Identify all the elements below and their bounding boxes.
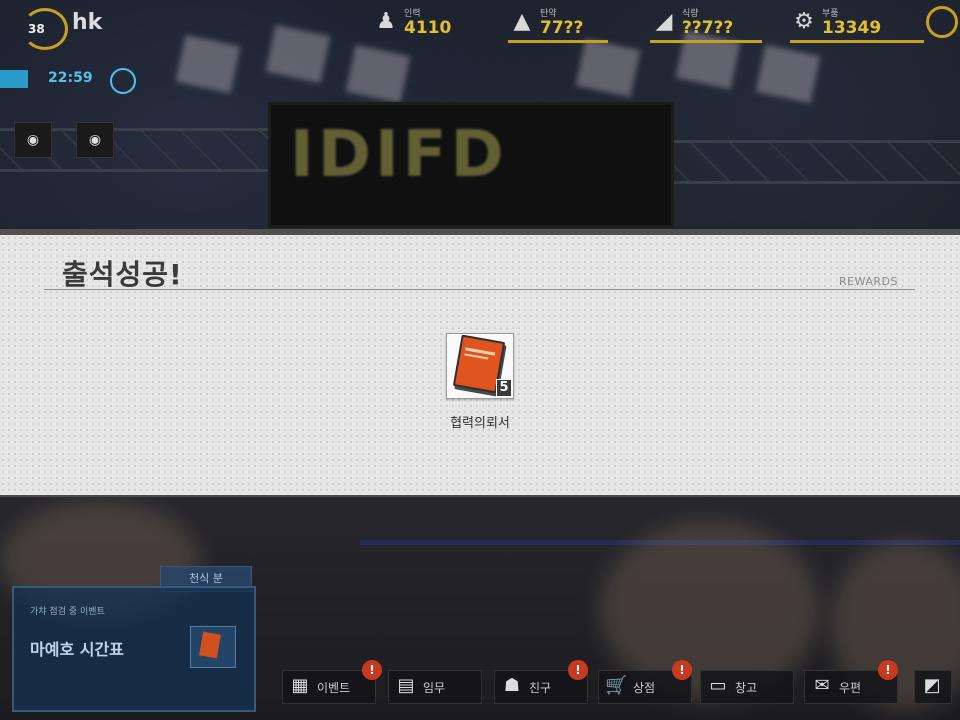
divider bbox=[44, 289, 915, 290]
player-name[interactable]: hk bbox=[72, 10, 102, 35]
resource-parts[interactable]: ⚙ 부품 13349 bbox=[790, 4, 924, 44]
resource-manpower[interactable]: ♟ 인력 4110 bbox=[372, 4, 472, 44]
player-level: 38 bbox=[28, 22, 45, 36]
manpower-icon: ♟ bbox=[376, 9, 396, 34]
status-bar: 22:59 bbox=[0, 64, 140, 96]
notification-dot: ! bbox=[362, 660, 382, 680]
clock-icon bbox=[110, 68, 136, 94]
banner-subtitle: 가챠 점검 중 이벤트 bbox=[30, 607, 105, 617]
top-hud: 38 hk ♟ 인력 4110 ▲ 탄약 77?? ◢ 식량 ??7?? ⚙ 부… bbox=[0, 0, 960, 50]
expand-icon: ◩ bbox=[923, 675, 941, 696]
shop-icon: 🛒 bbox=[605, 675, 628, 696]
camera-button-2[interactable]: ◉ bbox=[76, 122, 114, 158]
reward-name: 협력의뢰서 bbox=[450, 416, 510, 431]
add-resource-icon[interactable] bbox=[926, 6, 958, 38]
signal-icon bbox=[0, 70, 28, 88]
dock-mission-button[interactable]: ▤ 임무 bbox=[388, 670, 482, 704]
dock-expand-button[interactable]: ◩ bbox=[914, 670, 952, 704]
bottom-dock: ▦ 이벤트 ! ▤ 임무 ☗ 친구 ! 🛒 상점 ! ▭ 창고 ✉ 우편 ! ◩ bbox=[282, 660, 952, 706]
modal-title: 출석성공! bbox=[62, 258, 183, 291]
camera-button[interactable]: ◉ bbox=[14, 122, 52, 158]
parts-icon: ⚙ bbox=[794, 9, 814, 34]
mission-icon: ▤ bbox=[397, 675, 415, 696]
ammo-icon: ▲ bbox=[513, 9, 531, 34]
attendance-reward-modal[interactable]: 출석성공! REWARDS 5 협력의뢰서 bbox=[0, 229, 960, 497]
clock-time: 22:59 bbox=[48, 70, 93, 86]
modal-subtitle: REWARDS bbox=[839, 275, 898, 288]
banner-book-icon bbox=[190, 626, 236, 668]
notification-dot: ! bbox=[568, 660, 588, 680]
event-banner[interactable]: 가챠 점검 중 이벤트 마예호 시간표 bbox=[12, 586, 256, 712]
resource-ration[interactable]: ◢ 식량 ??7?? bbox=[650, 4, 762, 44]
grid-icon: ▦ bbox=[291, 675, 309, 696]
storage-icon: ▭ bbox=[709, 675, 727, 696]
friend-icon: ☗ bbox=[503, 675, 521, 696]
dock-event-button[interactable]: ▦ 이벤트 bbox=[282, 670, 376, 704]
reward-item[interactable]: 5 bbox=[446, 333, 514, 399]
ration-icon: ◢ bbox=[655, 9, 673, 34]
dock-storage-button[interactable]: ▭ 창고 bbox=[700, 670, 794, 704]
resource-ammo[interactable]: ▲ 탄약 77?? bbox=[508, 4, 608, 44]
banner-title: 마예호 시간표 bbox=[30, 640, 124, 659]
notification-dot: ! bbox=[672, 660, 692, 680]
reward-count: 5 bbox=[496, 379, 512, 397]
notification-dot: ! bbox=[878, 660, 898, 680]
mail-icon: ✉ bbox=[814, 675, 830, 696]
